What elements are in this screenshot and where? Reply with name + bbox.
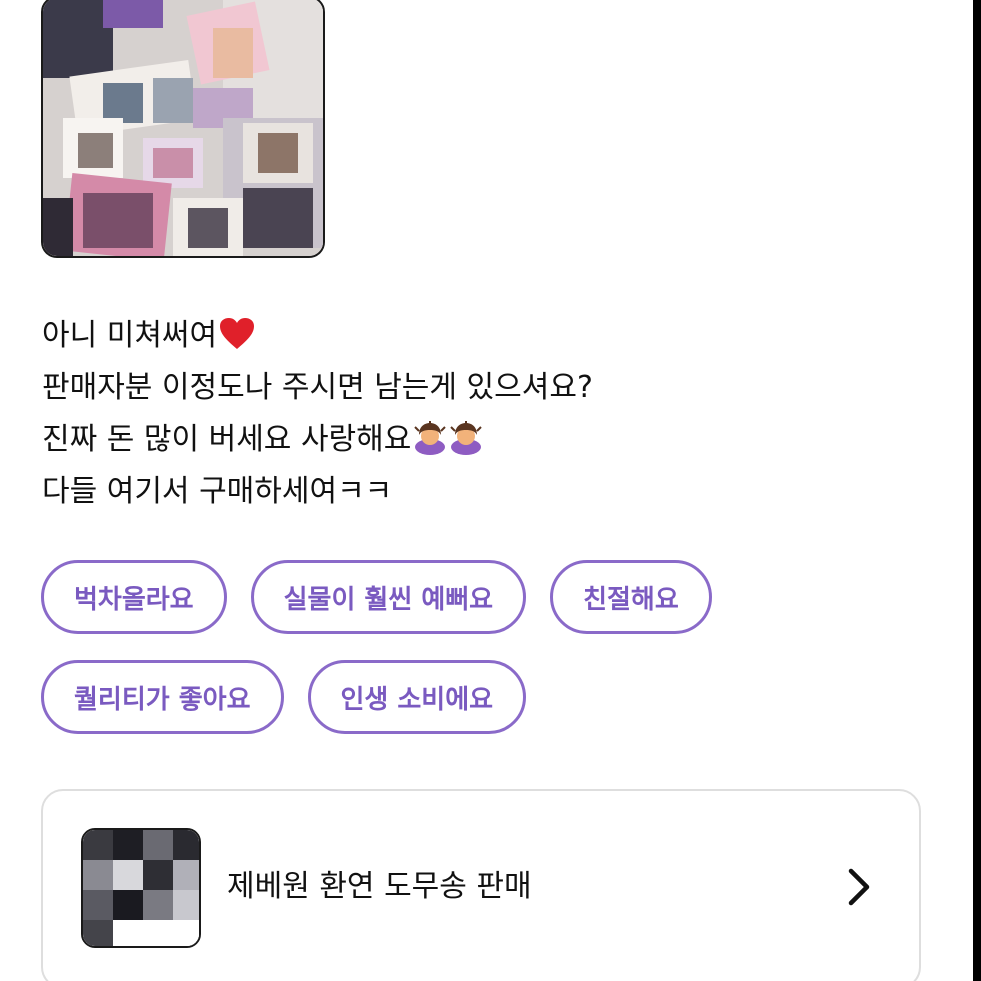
tag-chip[interactable]: 벅차올라요: [41, 560, 227, 634]
review-tags: 벅차올라요 실물이 훨씬 예뻐요 친절해요 퀄리티가 좋아요 인생 소비에요: [41, 560, 921, 760]
review-body: 아니 미쳐써여 판매자분 이정도나 주시면 남는게 있으셔요? 진짜 돈 많이 …: [42, 310, 942, 518]
tag-chip[interactable]: 인생 소비에요: [307, 660, 527, 734]
review-line-4: 다들 여기서 구매하세여ㅋㅋ: [42, 466, 942, 518]
tag-row: 퀄리티가 좋아요 인생 소비에요: [41, 660, 921, 734]
review-line-2: 판매자분 이정도나 주시면 남는게 있으셔요?: [42, 362, 942, 414]
screen-edge: [973, 0, 981, 981]
tag-chip[interactable]: 퀄리티가 좋아요: [41, 660, 284, 734]
product-title: 제베원 환연 도무송 판매: [227, 869, 532, 904]
review-line-3: 진짜 돈 많이 버세요 사랑해요: [42, 414, 942, 466]
review-line-text: 다들 여기서 구매하세여ㅋㅋ: [42, 474, 393, 509]
chevron-right-icon: [843, 867, 873, 907]
tag-chip[interactable]: 실물이 훨씬 예뻐요: [250, 560, 527, 634]
review-photo[interactable]: [41, 0, 325, 258]
review-detail-page: 아니 미쳐써여 판매자분 이정도나 주시면 남는게 있으셔요? 진짜 돈 많이 …: [0, 0, 981, 981]
product-thumbnail: [81, 828, 201, 948]
product-thumbnail-image: [83, 830, 199, 946]
red-heart-icon: [219, 316, 255, 368]
photo-collage-image: [43, 0, 323, 256]
product-link-card[interactable]: 제베원 환연 도무송 판매: [41, 789, 921, 981]
person-bowing-icon: [413, 420, 447, 472]
tag-chip[interactable]: 친절해요: [550, 560, 712, 634]
tag-row: 벅차올라요 실물이 훨씬 예뻐요 친절해요: [41, 560, 921, 634]
review-line-text: 진짜 돈 많이 버세요 사랑해요: [42, 422, 412, 457]
review-line-text: 판매자분 이정도나 주시면 남는게 있으셔요?: [42, 370, 593, 405]
review-line-1: 아니 미쳐써여: [42, 310, 942, 362]
review-line-text: 아니 미쳐써여: [42, 318, 218, 353]
person-bowing-icon: [449, 420, 483, 472]
